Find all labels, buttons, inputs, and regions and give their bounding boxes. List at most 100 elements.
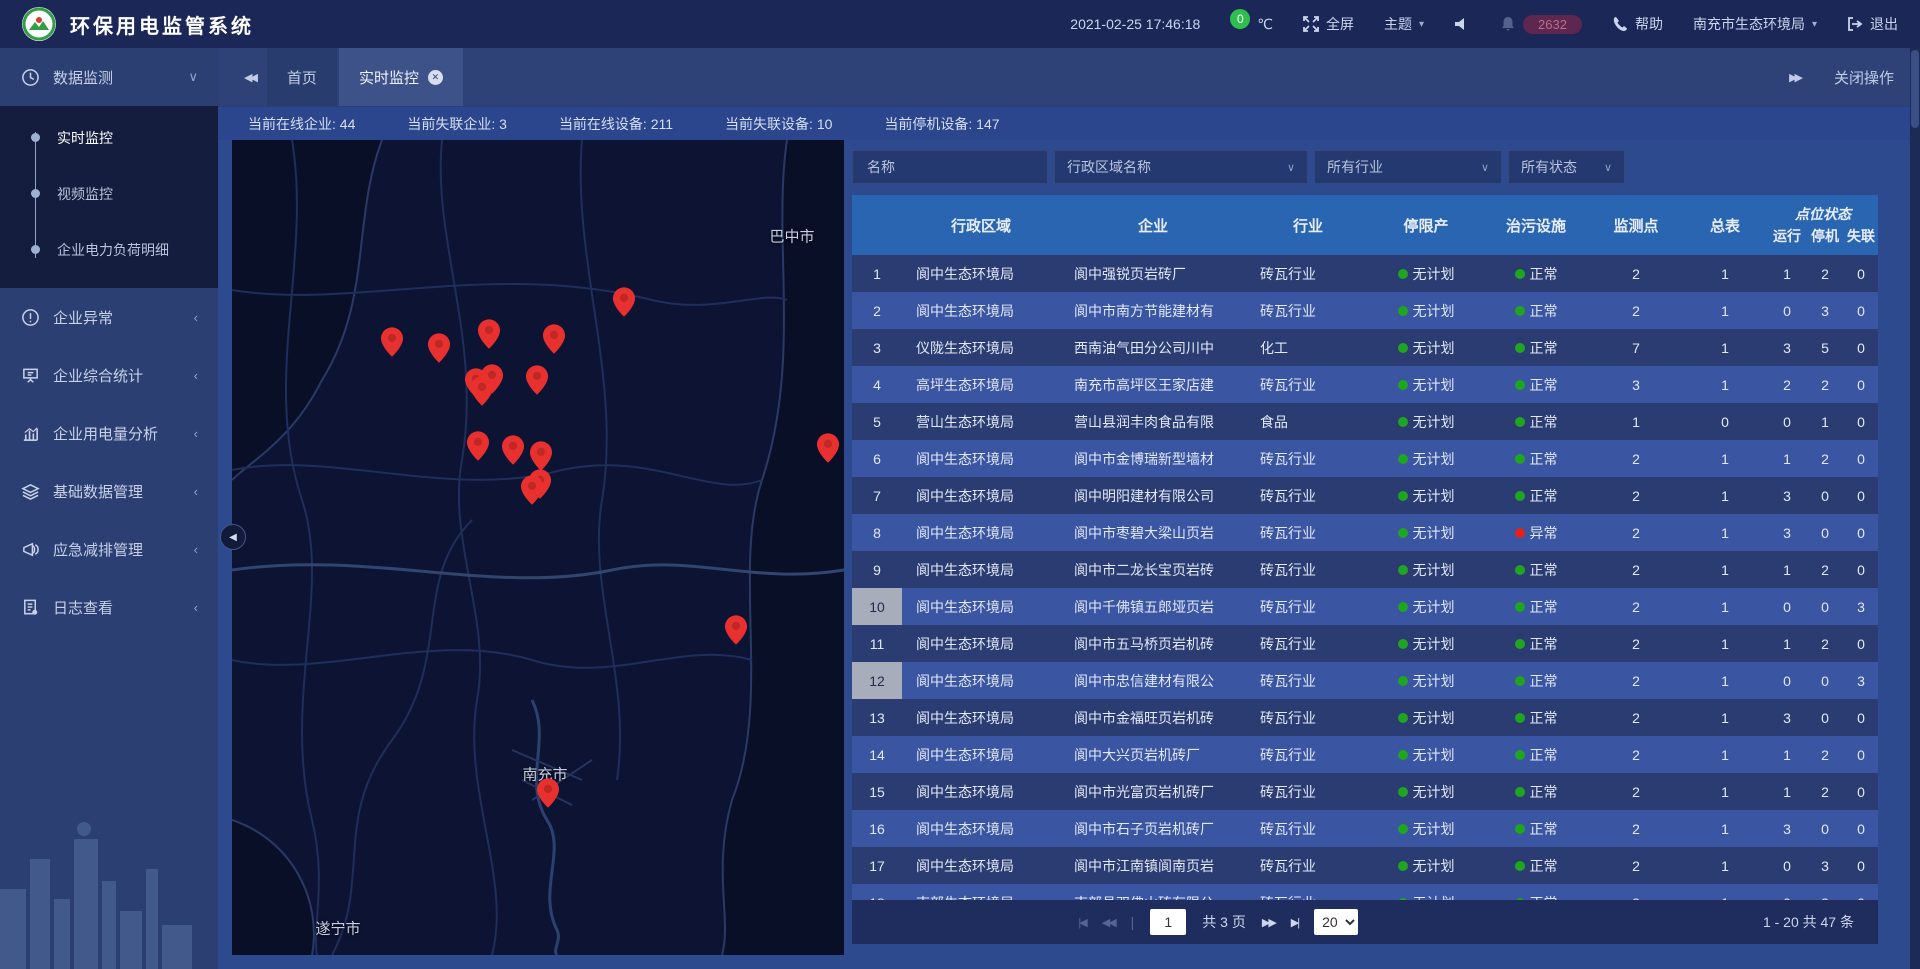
cell-monitor-count: 2 (1590, 699, 1682, 736)
table-row[interactable]: 16 阆中生态环境局 阆中市石子页岩机砖厂 砖瓦行业 无计划 正常 2 1 3 … (852, 810, 1878, 847)
map-pin-icon[interactable] (817, 433, 839, 463)
map-pin-icon[interactable] (725, 615, 747, 645)
fullscreen-button[interactable]: 全屏 (1303, 14, 1354, 34)
cell-limit-status: 无计划 (1370, 884, 1482, 900)
cell-index: 9 (852, 551, 902, 588)
table-row[interactable]: 7 阆中生态环境局 阆中明阳建材有限公司 砖瓦行业 无计划 正常 2 1 3 0… (852, 477, 1878, 514)
map-panel[interactable]: 巴中市南充市遂宁市 (232, 140, 844, 955)
mute-button[interactable] (1454, 16, 1470, 32)
map-pin-icon[interactable] (530, 441, 552, 471)
brand: 环保用电监管系统 (22, 7, 254, 41)
name-filter-input[interactable] (865, 158, 1035, 176)
sidebar-item[interactable]: 应急减排管理 ‹ (0, 520, 218, 578)
map-pin-icon[interactable] (502, 435, 524, 465)
logout-button[interactable]: 退出 (1847, 14, 1898, 34)
cell-lost-count: 0 (1844, 625, 1878, 662)
city-label: 遂宁市 (315, 918, 360, 939)
sidebar-item[interactable]: 数据监测 ∨ (0, 48, 218, 106)
map-pin-icon[interactable] (543, 324, 565, 354)
sidebar-item[interactable]: 企业用电量分析 ‹ (0, 404, 218, 462)
map-collapse-button[interactable]: ◀ (220, 524, 246, 550)
table-row[interactable]: 15 阆中生态环境局 阆中市光富页岩机砖厂 砖瓦行业 无计划 正常 2 1 1 … (852, 773, 1878, 810)
table-row[interactable]: 11 阆中生态环境局 阆中市五马桥页岩机砖 砖瓦行业 无计划 正常 2 1 1 … (852, 625, 1878, 662)
status-filter-select[interactable]: 所有状态 ∨ (1508, 150, 1625, 184)
sidebar-item[interactable]: 日志查看 ‹ (0, 578, 218, 636)
prev-page-icon[interactable]: ◀◀ (1102, 916, 1115, 929)
org-dropdown[interactable]: 南充市生态环境局 ▾ (1693, 14, 1817, 34)
close-operations-button[interactable]: 关闭操作 (1834, 67, 1894, 88)
status-dot-icon (1515, 639, 1525, 649)
page-size-select[interactable]: 20 (1314, 909, 1358, 935)
stat-item: 当前失联设备: 10 (725, 114, 832, 134)
next-page-icon[interactable]: ▶▶ (1262, 916, 1275, 929)
map-pin-icon[interactable] (381, 327, 403, 357)
theme-dropdown[interactable]: 主题 ▾ (1384, 14, 1424, 34)
table-row[interactable]: 6 阆中生态环境局 阆中市金博瑞新型墙材 砖瓦行业 无计划 正常 2 1 1 2… (852, 440, 1878, 477)
table-row[interactable]: 17 阆中生态环境局 阆中市江南镇阆南页岩 砖瓦行业 无计划 正常 2 1 0 … (852, 847, 1878, 884)
sidebar-item[interactable]: 企业异常 ‹ (0, 288, 218, 346)
help-button[interactable]: 帮助 (1612, 14, 1663, 34)
tab-close-icon[interactable]: ✕ (428, 70, 443, 85)
map-pin-icon[interactable] (428, 333, 450, 363)
sidebar-subitem[interactable]: 视频监控 (0, 166, 218, 222)
tab-active[interactable]: 实时监控 ✕ (339, 48, 463, 106)
table-row[interactable]: 13 阆中生态环境局 阆中市金福旺页岩机砖 砖瓦行业 无计划 正常 2 1 3 … (852, 699, 1878, 736)
cell-lost-count: 0 (1844, 329, 1878, 366)
status-dot-icon (1515, 676, 1525, 686)
table-row[interactable]: 5 营山生态环境局 营山县润丰肉食品有限 食品 无计划 正常 1 0 0 1 0 (852, 403, 1878, 440)
map-pin-icon[interactable] (537, 778, 559, 808)
cell-limit-status: 无计划 (1370, 255, 1482, 292)
cell-industry: 砖瓦行业 (1246, 477, 1370, 514)
last-page-icon[interactable]: ▶| (1291, 916, 1298, 929)
industry-filter-select[interactable]: 所有行业 ∨ (1314, 150, 1502, 184)
map-pin-icon[interactable] (613, 287, 635, 317)
chevron-left-icon: ‹ (194, 484, 198, 499)
scrollbar-thumb[interactable] (1911, 50, 1919, 128)
vertical-scrollbar[interactable] (1910, 48, 1920, 969)
tabs-scroll-left-icon[interactable]: ◀◀ (232, 48, 267, 106)
map-pin-icon[interactable] (478, 319, 500, 349)
map-pin-icon[interactable] (521, 475, 543, 505)
sidebar-item[interactable]: 企业综合统计 ‹ (0, 346, 218, 404)
table-row[interactable]: 12 阆中生态环境局 阆中市忠信建材有限公 砖瓦行业 无计划 正常 2 1 0 … (852, 662, 1878, 699)
cell-limit-status: 无计划 (1370, 810, 1482, 847)
table-row[interactable]: 8 阆中生态环境局 阆中市枣碧大梁山页岩 砖瓦行业 无计划 异常 2 1 3 0… (852, 514, 1878, 551)
datetime: 2021-02-25 17:46:18 (1070, 16, 1200, 32)
first-page-icon[interactable]: |◀ (1078, 916, 1085, 929)
cell-facility-status: 正常 (1482, 440, 1590, 477)
status-dot-icon (1398, 454, 1408, 464)
stat-item: 当前在线企业: 44 (248, 114, 355, 134)
status-dot-icon (1398, 824, 1408, 834)
table-row[interactable]: 9 阆中生态环境局 阆中市二龙长宝页岩砖 砖瓦行业 无计划 正常 2 1 1 2… (852, 551, 1878, 588)
cell-limit-status: 无计划 (1370, 514, 1482, 551)
table-row[interactable]: 14 阆中生态环境局 阆中大兴页岩机砖厂 砖瓦行业 无计划 正常 2 1 1 2… (852, 736, 1878, 773)
table-row[interactable]: 2 阆中生态环境局 阆中市南方节能建材有 砖瓦行业 无计划 正常 2 1 0 3… (852, 292, 1878, 329)
cell-region: 阆中生态环境局 (902, 514, 1060, 551)
tab-item[interactable]: 首页 (267, 48, 337, 106)
table-row[interactable]: 18 南部生态环境局 南部县双佛山砖有限公 砖瓦行业 无计划 正常 2 1 0 … (852, 884, 1878, 900)
cell-lost-count: 3 (1844, 662, 1878, 699)
table-row[interactable]: 1 阆中生态环境局 阆中强锐页岩砖厂 砖瓦行业 无计划 正常 2 1 1 2 0 (852, 255, 1878, 292)
phone-icon (1612, 16, 1628, 32)
sidebar-subitem[interactable]: 实时监控 (0, 110, 218, 166)
cell-monitor-count: 2 (1590, 773, 1682, 810)
status-dot-icon (1398, 380, 1408, 390)
map-pin-icon[interactable] (526, 365, 548, 395)
sidebar-subitem[interactable]: 企业电力负荷明细 (0, 222, 218, 278)
table-row[interactable]: 4 高坪生态环境局 南充市高坪区王家店建 砖瓦行业 无计划 正常 3 1 2 2… (852, 366, 1878, 403)
table-row[interactable]: 3 仪陇生态环境局 西南油气田分公司川中 化工 无计划 正常 7 1 3 5 0 (852, 329, 1878, 366)
cell-lost-count: 0 (1844, 255, 1878, 292)
tabs-scroll-right-icon[interactable]: ▶▶ (1789, 71, 1800, 84)
map-pin-icon[interactable] (471, 376, 493, 406)
app-logo-icon (22, 7, 56, 41)
sidebar-item[interactable]: 基础数据管理 ‹ (0, 462, 218, 520)
table-row[interactable]: 10 阆中生态环境局 阆中千佛镇五郎垭页岩 砖瓦行业 无计划 正常 2 1 0 … (852, 588, 1878, 625)
notifications[interactable]: 2632 (1500, 15, 1582, 34)
status-dot-icon (1515, 343, 1525, 353)
name-filter-field[interactable] (852, 150, 1048, 184)
map-pin-icon[interactable] (467, 431, 489, 461)
status-dot-icon (1515, 417, 1525, 427)
page-number-input[interactable] (1150, 909, 1186, 935)
region-filter-select[interactable]: 行政区域名称 ∨ (1054, 150, 1308, 184)
stats-bar: 当前在线企业: 44当前失联企业: 3当前在线设备: 211当前失联设备: 10… (218, 106, 1920, 140)
